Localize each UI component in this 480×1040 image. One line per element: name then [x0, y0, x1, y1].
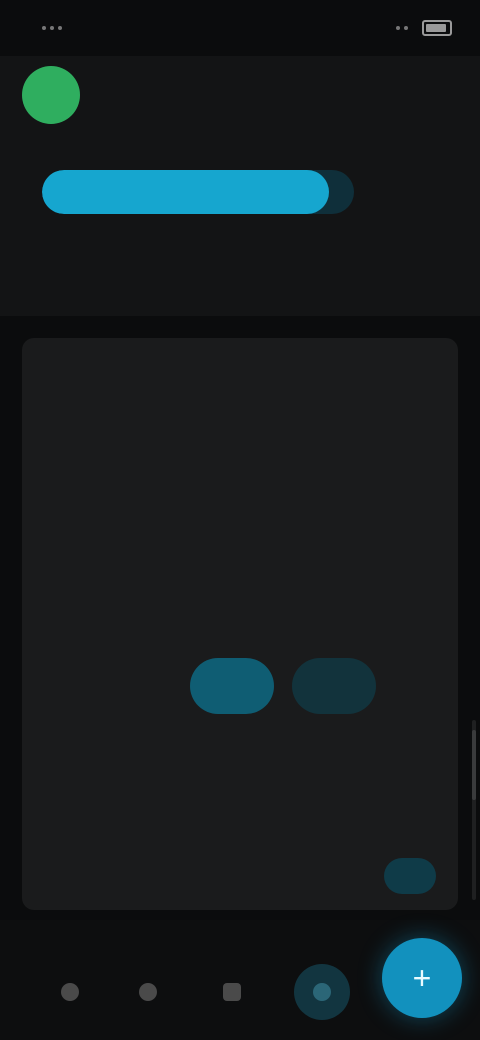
avatar[interactable] [22, 66, 80, 124]
plus-icon: + [412, 959, 432, 996]
battery-icon [422, 20, 452, 36]
nav-home[interactable] [50, 972, 90, 1012]
progress-bar [42, 170, 354, 214]
nav-activity[interactable] [294, 964, 350, 1020]
scrollbar[interactable] [472, 720, 476, 900]
card-action-button[interactable] [384, 858, 436, 894]
wifi-icon [396, 26, 408, 30]
scrollbar-thumb[interactable] [472, 730, 476, 800]
account-header [0, 56, 480, 316]
add-button[interactable]: + [382, 938, 462, 1018]
activity-icon [313, 983, 331, 1001]
toggle-right-button[interactable] [292, 658, 376, 714]
bottom-nav: + [0, 920, 480, 1040]
main-card [22, 338, 458, 910]
progress-fill [42, 170, 330, 214]
nav-search[interactable] [128, 972, 168, 1012]
list-icon [223, 983, 241, 1001]
toggle-left-button[interactable] [190, 658, 274, 714]
search-icon [139, 983, 157, 1001]
app-screen: + [0, 0, 480, 1040]
nav-list[interactable] [212, 972, 252, 1012]
status-right [396, 20, 452, 36]
status-bar [0, 0, 480, 56]
status-left [28, 26, 62, 30]
home-icon [61, 983, 79, 1001]
toggle-group [190, 658, 376, 714]
signal-icon [42, 26, 62, 30]
